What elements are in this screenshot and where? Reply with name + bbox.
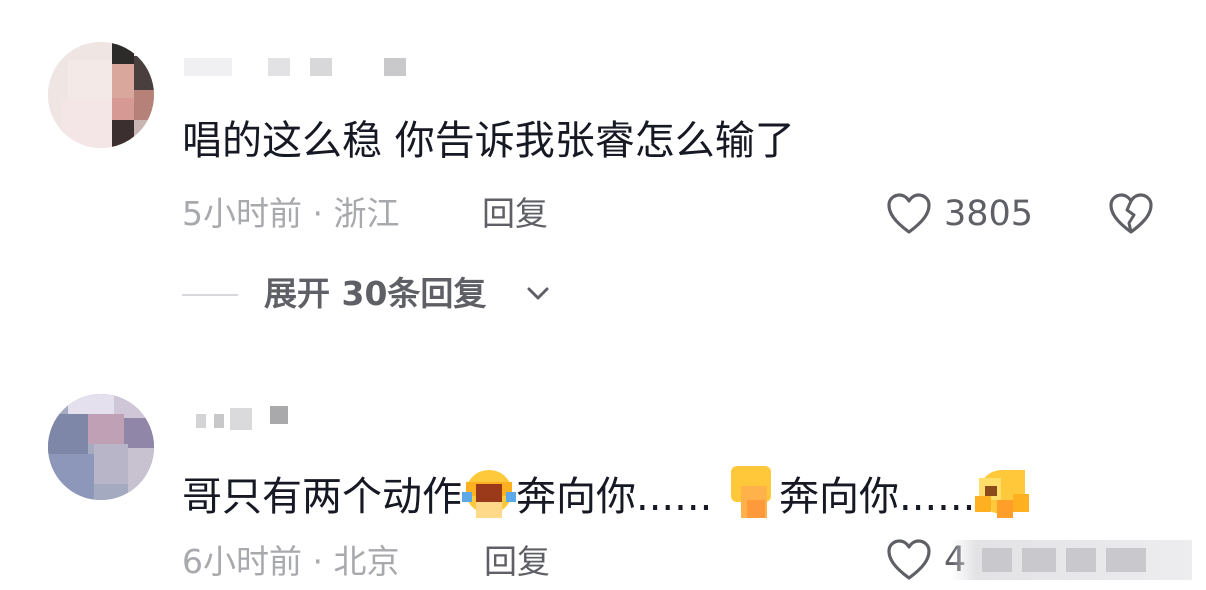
watermark <box>952 540 1192 580</box>
avatar[interactable] <box>48 394 154 500</box>
comment-item: 哥只有两个动作 奔向你...... 奔向你...... 6小时前 · 北京 回复 … <box>0 0 1206 590</box>
timestamp-location: 6小时前 · 北京 <box>182 542 400 581</box>
comment-text-part: 奔向你...... <box>779 474 976 520</box>
comment-meta: 6小时前 · 北京 <box>182 542 399 582</box>
comment-text-part: 奔向你...... <box>516 474 713 520</box>
reply-button-label: 回复 <box>484 542 550 581</box>
reply-button[interactable]: 回复 <box>484 542 550 582</box>
thumbs-down-emoji-icon <box>725 466 779 518</box>
heart-outline-icon <box>887 539 931 580</box>
hugging-emoji-icon <box>975 466 1030 518</box>
crying-emoji-icon <box>462 466 516 518</box>
comment-text: 哥只有两个动作 奔向你...... 奔向你...... <box>182 466 1030 522</box>
comment-text-part: 哥只有两个动作 <box>182 474 462 520</box>
username-redacted[interactable] <box>196 404 296 430</box>
